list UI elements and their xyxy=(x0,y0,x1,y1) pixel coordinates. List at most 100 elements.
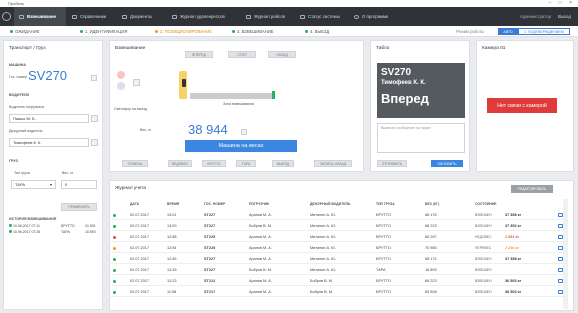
nav-label: Журнал рейсов xyxy=(254,14,285,19)
step-label: 3. ВЗВЕШИВАНИЕ xyxy=(237,29,274,34)
table-row[interactable]: 02.07.2017 12:58 ST225 Арапов М. А. Митинин … xyxy=(109,232,567,242)
cell-date: 02.07.2017 xyxy=(130,234,150,239)
camera-icon[interactable] xyxy=(558,268,563,272)
history-item: 10.06.2017 07:11 БРУТТО 41 691 xyxy=(9,224,96,228)
cell-time: 13:01 xyxy=(167,212,177,217)
mode-auto-button[interactable]: АВТО xyxy=(498,28,518,35)
cell-plate: ST227 xyxy=(204,267,216,272)
camera-icon[interactable] xyxy=(558,224,563,228)
step-dot xyxy=(155,30,158,33)
table-row[interactable]: 02.07.2017 11:58 ST217 Арапов М. А. Бобров В… xyxy=(109,287,567,297)
cell-date: 02.07.2017 xyxy=(130,256,150,261)
transport-title: Транспорт / Груз xyxy=(9,46,46,51)
back-button[interactable]: НАЗАД xyxy=(268,51,296,58)
step-dot xyxy=(232,30,235,33)
camera-icon[interactable] xyxy=(558,279,563,283)
window-controls[interactable]: – □ × xyxy=(549,0,576,6)
cargo-type-select[interactable]: ТАРА ▾ xyxy=(11,180,56,189)
weight-reset-button[interactable] xyxy=(241,129,247,135)
cell-result: 1 051 кг xyxy=(505,234,520,239)
col-driver: ДЕЖУРНЫЙ ВОДИТЕЛЬ xyxy=(310,202,351,206)
underweight-button[interactable]: НЕДОВЕС xyxy=(168,160,192,167)
traffic-toggle-button[interactable] xyxy=(133,79,140,86)
camera-icon[interactable] xyxy=(558,246,563,250)
cell-type: БРУТТО xyxy=(376,223,391,228)
mode-confirm-button[interactable]: С ПОДТВЕРЖДЕНИЕМ xyxy=(518,28,570,35)
camera-icon[interactable] xyxy=(558,235,563,239)
history-weight: 41 691 xyxy=(85,224,96,228)
nav-remote-log[interactable]: Журнал удаленрессов xyxy=(172,7,242,26)
table-row[interactable]: 02.07.2017 13:01 ST227 Арапов М. А. Митинин … xyxy=(109,210,567,220)
cell-weight: 68 223 xyxy=(425,278,437,283)
tare-button[interactable]: ТАРА xyxy=(236,160,256,167)
user-name[interactable]: Администратор xyxy=(520,7,552,26)
duty-label: Дежурный водитель xyxy=(9,129,43,133)
drivers-section: ВОДИТЕЛИ xyxy=(9,93,30,97)
cell-type: БРУТТО xyxy=(376,234,391,239)
forward-button[interactable]: ВПЕРЕД xyxy=(185,51,213,58)
tablo-title: Табло xyxy=(376,46,390,51)
weighing-platform xyxy=(190,93,272,99)
cell-type: БРУТТО xyxy=(376,245,391,250)
step-dot xyxy=(305,30,308,33)
status-icon xyxy=(300,14,305,19)
nav-documents[interactable]: Документы xyxy=(122,7,172,26)
journal-title: Журнал учета xyxy=(115,186,147,191)
duty-driver-field[interactable]: Тимофеев К. К. xyxy=(9,138,89,147)
table-row[interactable]: 02.07.2017 12:33 ST227 Бобров В. М. Митинин … xyxy=(109,265,567,275)
weight-input[interactable]: 0 xyxy=(61,180,97,189)
weight-label: Вес, кг xyxy=(140,128,152,132)
cell-weight: 68 174 xyxy=(425,256,437,261)
duty-select-button[interactable] xyxy=(91,139,98,146)
tablo-message-input[interactable]: Вывести сообщение на экран xyxy=(377,123,465,153)
table-row[interactable]: 02.07.2017 12:54 ST225 Арапов М. А. Митинин … xyxy=(109,243,567,253)
send-button[interactable]: ОТПРАВИТЬ xyxy=(377,160,407,167)
cell-loader: Бобров В. М. xyxy=(249,223,272,228)
weighing-panel: Взвешивание ВПЕРЕД СТОП НАЗАД Светофор н… xyxy=(109,40,364,172)
plate-edit-button[interactable] xyxy=(91,75,97,81)
cell-time: 12:54 xyxy=(167,245,177,250)
camera-title: Камера 01 xyxy=(482,46,506,51)
status-dot xyxy=(113,247,116,250)
weighing-title: Взвешивание xyxy=(115,46,146,51)
cell-date: 02.07.2017 xyxy=(130,212,150,217)
exit-button[interactable]: Выход xyxy=(558,7,576,26)
refresh-button[interactable]: ОБНОВИТЬ xyxy=(431,160,463,167)
table-row[interactable]: 02.07.2017 12:46 ST227 Арапов М. А. Митинин … xyxy=(109,254,567,264)
cell-driver: Митинин А. Ю. xyxy=(310,223,337,228)
nav-about[interactable]: О программе xyxy=(354,7,399,26)
driver-select-button[interactable] xyxy=(91,115,98,122)
nav-system-status[interactable]: Статус системы xyxy=(300,7,350,26)
camera-icon[interactable] xyxy=(558,290,563,294)
table-row[interactable]: 02.07.2017 13:00 ST227 Бобров В. М. Митинин … xyxy=(109,221,567,231)
cell-date: 02.07.2017 xyxy=(130,223,150,228)
status-dot xyxy=(113,280,116,283)
cargo-type-label: Тип груза xyxy=(14,171,30,175)
cell-state: ВЗВЕШЕН xyxy=(475,224,492,228)
status-button[interactable]: Машина на весах xyxy=(185,140,297,152)
cell-date: 02.07.2017 xyxy=(130,245,150,250)
logo-icon xyxy=(2,12,11,21)
record-back-button[interactable]: ЗАПИСЬ НАЗАД xyxy=(314,160,352,167)
truck-cabin-icon xyxy=(182,79,186,87)
cancel-button[interactable]: ОТМЕНА xyxy=(122,160,148,167)
step-waiting: ОЖИДАНИЕ xyxy=(10,26,40,37)
cell-time: 12:58 xyxy=(167,234,177,239)
edit-button[interactable]: РЕДАКТИРОВАТЬ xyxy=(511,185,553,193)
gross-button[interactable]: БРУТТО xyxy=(202,160,226,167)
table-row[interactable]: 02.07.2017 12:23 ST212 Арапов М. А. Бобров В… xyxy=(109,276,567,286)
cell-weight: 16 893 xyxy=(425,267,437,272)
process-steps: ОЖИДАНИЕ 1. ИДЕНТИФИКАЦИЯ 2. ПОЗИЦИОНИРО… xyxy=(0,26,578,37)
exit-weigh-button[interactable]: ВЫЕЗД xyxy=(272,160,294,167)
step-dot xyxy=(10,30,13,33)
stop-button[interactable]: СТОП xyxy=(228,51,256,58)
cell-loader: Арапов М. А. xyxy=(249,212,272,217)
camera-icon[interactable] xyxy=(558,213,563,217)
nav-weighing[interactable]: Взвешивание xyxy=(14,7,66,26)
apply-button[interactable]: ПРИМЕНИТЬ xyxy=(61,203,97,211)
driver-field[interactable]: Пашко М. Б. xyxy=(9,114,89,123)
col-cargo-type: ТИП ГРУЗА xyxy=(376,202,395,206)
camera-icon[interactable] xyxy=(558,257,563,261)
nav-references[interactable]: Справочники xyxy=(72,7,122,26)
nav-trips[interactable]: Журнал рейсов xyxy=(246,7,296,26)
